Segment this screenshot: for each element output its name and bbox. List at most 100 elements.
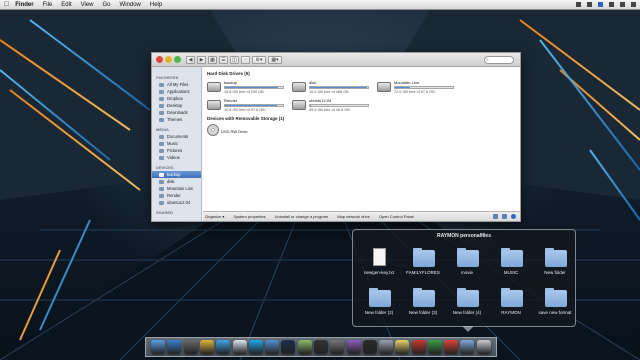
drive-usage-bar xyxy=(309,104,369,107)
finder-icon[interactable] xyxy=(151,340,166,354)
dvd-drive-label[interactable]: DVD RW Drive xyxy=(221,129,248,134)
organize-button[interactable]: Organize ▾ xyxy=(205,214,224,219)
sidebar-item-label: Music xyxy=(167,141,178,146)
stack-title: RAYMON personalfiles xyxy=(437,233,491,239)
drive-item[interactable]: Render 10.8 GB free of 97.6 GB xyxy=(207,97,291,117)
sidebar-item[interactable]: disk xyxy=(152,178,201,185)
dvd-drive-icon[interactable] xyxy=(207,124,219,136)
drive-item[interactable]: backup 15.8 GB free of 200 GB xyxy=(207,79,291,99)
status-icon[interactable] xyxy=(587,2,592,7)
menu-file[interactable]: File xyxy=(43,2,53,8)
preview-pane-icon[interactable] xyxy=(502,214,507,219)
system-properties-button[interactable]: System properties xyxy=(233,214,265,219)
status-icon[interactable] xyxy=(576,2,581,7)
sidebar-item[interactable]: Documents xyxy=(152,133,201,140)
action-button[interactable]: ⚙▾ xyxy=(252,56,266,64)
sidebar-item[interactable]: backup xyxy=(152,171,201,178)
help-icon[interactable] xyxy=(511,214,516,219)
finder-sidebar: FAVORITES All My Files Applications Dropbox… xyxy=(152,67,202,221)
sidebar-item[interactable]: Desktop xyxy=(152,102,201,109)
photo-icon[interactable] xyxy=(183,340,198,354)
stack-item[interactable]: save new format xyxy=(533,288,577,320)
search-input[interactable]: ⌕ xyxy=(484,56,514,64)
zoom-button[interactable] xyxy=(174,56,181,63)
stack-item[interactable]: MUSIC xyxy=(489,248,533,280)
safari-icon[interactable] xyxy=(216,340,231,354)
notes-icon[interactable] xyxy=(395,340,410,354)
menu-go[interactable]: Go xyxy=(103,2,111,8)
coverflow-view-button[interactable]: ▫ xyxy=(241,56,250,64)
photoshop-icon[interactable] xyxy=(281,340,296,354)
number-four-icon[interactable] xyxy=(444,340,459,354)
iphoto-icon[interactable] xyxy=(297,340,312,354)
stack-item[interactable]: New folder (4) xyxy=(445,288,489,320)
stack-item[interactable]: RAYMON xyxy=(489,288,533,320)
toolbar: ◀ ▶ ▦ ☰ ◫ ▫ ⚙▾ ▦▾ xyxy=(186,56,282,64)
menu-help[interactable]: Help xyxy=(150,2,162,8)
sidebar-item[interactable]: Dropbox xyxy=(152,95,201,102)
sidebar-item[interactable]: ubuntu12.04 xyxy=(152,199,201,206)
status-icon[interactable] xyxy=(620,2,625,7)
menu-view[interactable]: View xyxy=(81,2,94,8)
sidebar-item[interactable]: All My Files xyxy=(152,81,201,88)
drive-item[interactable]: Mountain Lion 72.6 GB free of 97.6 GB xyxy=(377,79,461,99)
column-view-button[interactable]: ◫ xyxy=(230,56,239,64)
spotlight-icon[interactable] xyxy=(631,2,636,7)
sidebar-group-title: MEDIA xyxy=(156,127,169,132)
apple-menu-icon[interactable]:  xyxy=(4,1,9,8)
menu-app-name[interactable]: Finder xyxy=(15,2,33,8)
app-store-icon[interactable] xyxy=(167,340,182,354)
itunes-purple-icon[interactable] xyxy=(346,340,361,354)
downloads-stack-icon[interactable] xyxy=(460,340,475,354)
menu-edit[interactable]: Edit xyxy=(61,2,71,8)
arrange-button[interactable]: ▦▾ xyxy=(268,56,282,64)
chrome-icon[interactable] xyxy=(199,340,214,354)
uninstall-program-button[interactable]: Uninstall or change a program xyxy=(275,214,329,219)
sidebar-item[interactable]: Themes xyxy=(152,116,201,123)
list-view-button[interactable]: ☰ xyxy=(219,56,228,64)
stack-item[interactable]: movie xyxy=(445,248,489,280)
mail-icon[interactable] xyxy=(232,340,247,354)
itunes-icon[interactable] xyxy=(265,340,280,354)
open-control-panel-button[interactable]: Open Control Panel xyxy=(379,214,414,219)
stack-item[interactable]: New folder (2) xyxy=(357,288,401,320)
menu-bar:  Finder File Edit View Go Window Help xyxy=(0,0,640,10)
drive-item[interactable]: ubuntu12.04 49.9 GB free of 48.8 GB xyxy=(292,97,376,117)
star-icon[interactable] xyxy=(427,340,442,354)
status-icon[interactable] xyxy=(609,2,614,7)
skype-icon[interactable] xyxy=(248,340,263,354)
stack-item[interactable]: FAMILYFLORES xyxy=(401,248,445,280)
window-titlebar[interactable]: ◀ ▶ ▦ ☰ ◫ ▫ ⚙▾ ▦▾ ⌕ xyxy=(152,53,520,67)
sidebar-item[interactable]: Mountain Lion xyxy=(152,185,201,192)
sidebar-item[interactable]: Pictures xyxy=(152,147,201,154)
drive-usage-fill xyxy=(310,105,312,106)
drive-item[interactable]: disk 10.0 GB free of 488 GB xyxy=(292,79,376,99)
crossover-icon[interactable] xyxy=(411,340,426,354)
menu-window[interactable]: Window xyxy=(120,2,141,8)
folder-icon xyxy=(159,103,164,108)
stack-item[interactable]: newgen-key.txt xyxy=(357,248,401,280)
minimize-button[interactable] xyxy=(165,56,172,63)
forward-button[interactable]: ▶ xyxy=(197,56,206,64)
sidebar-item[interactable]: Music xyxy=(152,140,201,147)
close-button[interactable] xyxy=(156,56,163,63)
folder-icon xyxy=(159,89,164,94)
activity-icon[interactable] xyxy=(362,340,377,354)
status-icon[interactable] xyxy=(598,2,603,7)
map-network-drive-button[interactable]: Map network drive xyxy=(337,214,370,219)
settings-icon[interactable] xyxy=(379,340,394,354)
css-icon[interactable] xyxy=(313,340,328,354)
sidebar-item[interactable]: Render xyxy=(152,192,201,199)
drive-free-space: 10.0 GB free of 488 GB xyxy=(309,90,349,94)
stack-item[interactable]: New folder xyxy=(533,248,577,280)
stack-item[interactable]: New folder (3) xyxy=(401,288,445,320)
utility-icon[interactable] xyxy=(330,340,345,354)
trash-icon[interactable] xyxy=(476,340,491,354)
change-view-icon[interactable] xyxy=(493,214,498,219)
icon-view-button[interactable]: ▦ xyxy=(208,56,217,64)
back-button[interactable]: ◀ xyxy=(186,56,195,64)
sidebar-item[interactable]: Applications xyxy=(152,88,201,95)
sidebar-item[interactable]: Downloads xyxy=(152,109,201,116)
sidebar-item[interactable]: Videos xyxy=(152,154,201,161)
folder-icon xyxy=(159,172,164,177)
